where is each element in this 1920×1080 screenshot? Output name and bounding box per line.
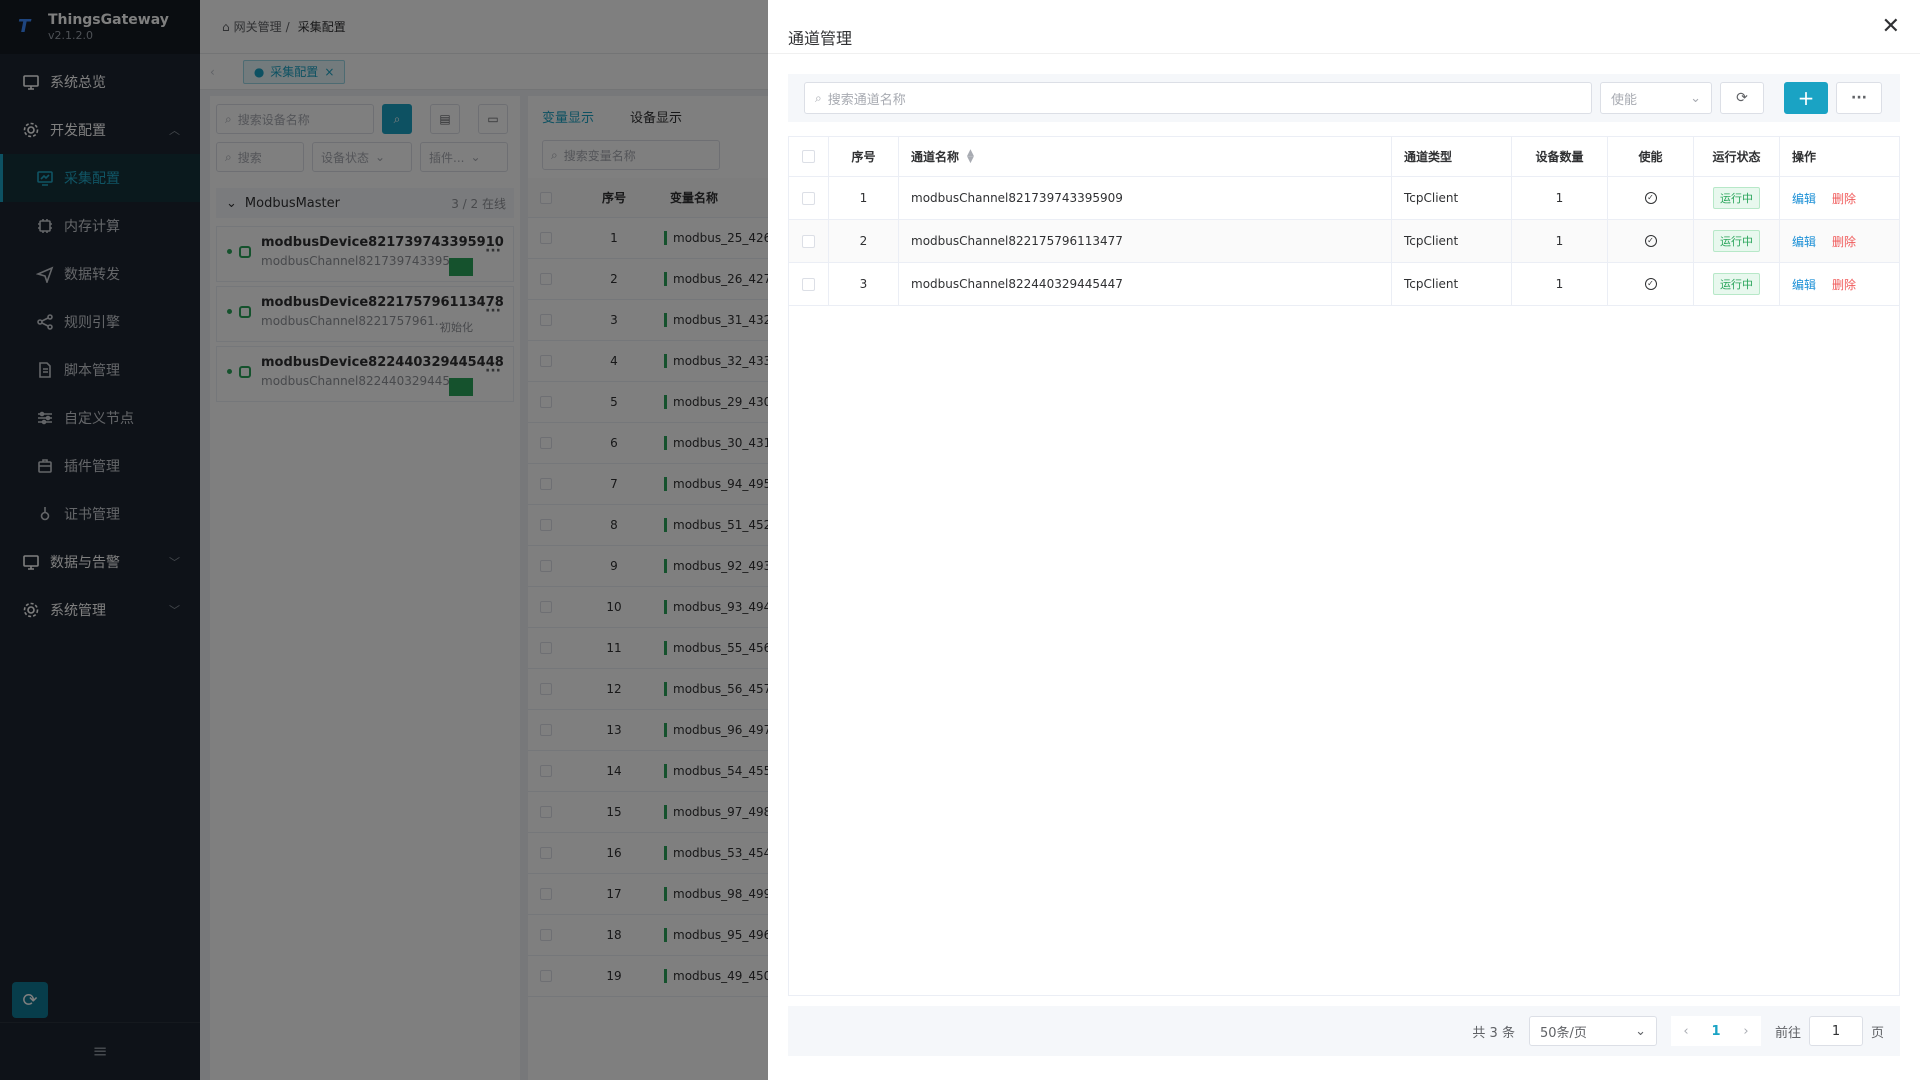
status-badge: 运行中 (1713, 187, 1760, 209)
search-icon: ⌕ (815, 90, 822, 105)
header-status: 运行状态 (1694, 137, 1780, 176)
header-enable: 使能 (1608, 137, 1694, 176)
more-icon: ··· (1851, 90, 1867, 106)
row-device-count: 1 (1512, 177, 1608, 219)
row-channel-name: modbusChannel822175796113477 (899, 220, 1392, 262)
row-index: 3 (829, 263, 899, 305)
channel-drawer: 通道管理 ✕ ⌕ 搜索通道名称 使能 ⌄ ⟳ + ··· 序号 通道名称 ▲ ▼ … (768, 0, 1920, 1080)
drawer-title: 通道管理 (788, 28, 853, 48)
row-checkbox[interactable] (802, 277, 815, 291)
chevron-down-icon: ⌄ (1690, 90, 1701, 106)
add-channel-button[interactable]: + (1784, 82, 1828, 114)
header-channel-type: 通道类型 (1392, 137, 1512, 176)
table-row: 2 modbusChannel822175796113477 TcpClient… (789, 220, 1899, 263)
page-size-select[interactable]: 50条/页 ⌄ (1528, 1016, 1657, 1046)
table-row: 3 modbusChannel822440329445447 TcpClient… (789, 263, 1899, 306)
close-icon[interactable]: ✕ (1882, 15, 1900, 38)
chevron-right-icon[interactable]: › (1731, 1024, 1761, 1039)
edit-link[interactable]: 编辑 (1792, 276, 1816, 293)
select-value: 使能 (1611, 92, 1638, 108)
edit-link[interactable]: 编辑 (1792, 233, 1816, 250)
table-row: 1 modbusChannel821739743395909 TcpClient… (789, 177, 1899, 220)
page-unit-label: 页 (1870, 1025, 1884, 1041)
check-circle-icon: ✓ (1644, 192, 1657, 204)
table-header: 序号 通道名称 ▲ ▼ 通道类型 设备数量 使能 运行状态 操作 (789, 137, 1899, 177)
delete-link[interactable]: 删除 (1832, 190, 1856, 207)
goto-page-input[interactable]: 1 (1808, 1016, 1863, 1046)
refresh-button[interactable]: ⟳ (1720, 82, 1764, 114)
check-circle-icon: ✓ (1644, 278, 1657, 290)
status-badge: 运行中 (1713, 273, 1760, 295)
pagination-total: 共 3 条 (1472, 1025, 1515, 1041)
edit-link[interactable]: 编辑 (1792, 190, 1816, 207)
row-channel-name: modbusChannel821739743395909 (899, 177, 1392, 219)
channel-table: 序号 通道名称 ▲ ▼ 通道类型 设备数量 使能 运行状态 操作 1 modbus… (788, 136, 1900, 996)
select-value: 50条/页 (1539, 1025, 1587, 1041)
goto-label: 前往 (1774, 1025, 1801, 1041)
header-operations: 操作 (1792, 150, 1817, 164)
row-checkbox[interactable] (802, 234, 815, 248)
delete-link[interactable]: 删除 (1832, 233, 1856, 250)
pagination: 共 3 条 50条/页 ⌄ ‹ 1 › 前往 1 页 (788, 1006, 1900, 1056)
check-circle-icon: ✓ (1644, 235, 1657, 247)
sort-icon[interactable]: ▲ ▼ (967, 148, 974, 164)
channel-search-input[interactable]: ⌕ 搜索通道名称 (804, 82, 1592, 114)
plus-icon: + (1797, 86, 1815, 110)
page-nav: ‹ 1 › (1670, 1016, 1761, 1046)
page-number-current[interactable]: 1 (1701, 1024, 1731, 1039)
enable-select[interactable]: 使能 ⌄ (1600, 82, 1712, 114)
row-device-count: 1 (1512, 263, 1608, 305)
status-badge: 运行中 (1713, 230, 1760, 252)
row-index: 2 (829, 220, 899, 262)
row-channel-name: modbusChannel822440329445447 (899, 263, 1392, 305)
row-channel-type: TcpClient (1392, 220, 1512, 262)
row-device-count: 1 (1512, 220, 1608, 262)
header-device-count: 设备数量 (1512, 137, 1608, 176)
row-index: 1 (829, 177, 899, 219)
drawer-toolbar: ⌕ 搜索通道名称 使能 ⌄ ⟳ + ··· (788, 74, 1900, 122)
select-all-checkbox[interactable] (802, 150, 815, 163)
chevron-down-icon: ⌄ (1635, 1023, 1646, 1039)
row-channel-type: TcpClient (1392, 263, 1512, 305)
row-channel-type: TcpClient (1392, 177, 1512, 219)
delete-link[interactable]: 删除 (1832, 276, 1856, 293)
more-button[interactable]: ··· (1836, 82, 1882, 114)
placeholder: 搜索通道名称 (827, 92, 906, 108)
drawer-header: 通道管理 ✕ (768, 0, 1920, 54)
row-checkbox[interactable] (802, 191, 815, 205)
refresh-icon: ⟳ (1736, 90, 1748, 106)
header-label: 通道名称 (911, 150, 960, 164)
header-index: 序号 (829, 137, 899, 176)
header-channel-name[interactable]: 通道名称 ▲ ▼ (899, 137, 1392, 176)
chevron-left-icon[interactable]: ‹ (1671, 1024, 1701, 1039)
